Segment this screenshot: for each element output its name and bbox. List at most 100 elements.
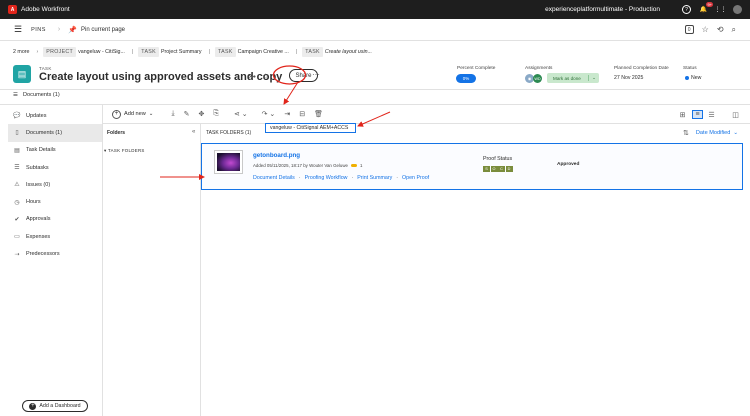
planned-completion-value[interactable]: 27 Nov 2025 bbox=[614, 75, 643, 81]
proof-status-box: D bbox=[505, 166, 513, 172]
hierarchy-icon[interactable]: ⊶ bbox=[248, 72, 256, 81]
breadcrumb-task-2[interactable]: Campaign Creative ... bbox=[238, 49, 289, 55]
add-dashboard-button[interactable]: + Add a Dashboard bbox=[22, 400, 88, 412]
approvals-icon: ✔ bbox=[14, 216, 20, 223]
nav-predecessors[interactable]: ⇢ Predecessors bbox=[8, 245, 103, 262]
mark-as-done-button[interactable]: Mark as done ⌄ bbox=[547, 73, 599, 83]
plus-icon: + bbox=[112, 109, 121, 119]
grid-view-icon[interactable]: ⊞ bbox=[677, 110, 688, 119]
documents-toolbar: + Add new ⌄ ⤓ ✎ ✥ ⎘ ⋖ ⌄ ↷ ⌄ ⇥ ⊟ 🗑 bbox=[112, 108, 323, 120]
chevron-right-icon: › bbox=[57, 26, 61, 33]
status-label: Status bbox=[683, 66, 697, 71]
chevron-down-icon: ⌄ bbox=[733, 130, 739, 136]
document-thumbnail[interactable] bbox=[214, 150, 243, 174]
delete-icon[interactable]: 🗑 bbox=[314, 110, 323, 118]
proof-status-box: O bbox=[490, 166, 498, 172]
star-icon[interactable]: ☆ bbox=[702, 25, 709, 34]
attach-icon[interactable]: ⊟ bbox=[299, 110, 305, 118]
thumbnail-image bbox=[217, 153, 240, 171]
breadcrumb-current: Create layout usin... bbox=[324, 49, 373, 55]
header-icons: ⊶ ☆ bbox=[248, 72, 269, 81]
add-new-button[interactable]: + Add new ⌄ bbox=[112, 109, 153, 119]
breadcrumb-project[interactable]: vangeluw - CitiSig... bbox=[78, 49, 125, 55]
details-icon: ▤ bbox=[14, 147, 20, 154]
issues-icon: ⚠ bbox=[14, 182, 20, 189]
panel-toggle-icon[interactable]: ◫ bbox=[730, 110, 741, 119]
page-title: Create layout using approved assets and … bbox=[39, 71, 283, 83]
adobe-logo[interactable]: A bbox=[8, 5, 17, 14]
document-name-link[interactable]: getonboard.png bbox=[253, 152, 300, 159]
nav-task-details[interactable]: ▤ Task Details bbox=[8, 142, 103, 159]
breadcrumb-task-1[interactable]: Project Summary bbox=[161, 49, 202, 55]
percent-complete-pill[interactable]: 0% bbox=[456, 74, 476, 83]
apps-grid-icon[interactable]: ⋮⋮ bbox=[715, 5, 727, 14]
breadcrumb-separator: | bbox=[295, 49, 298, 55]
proofing-workflow-link[interactable]: Proofing Workflow bbox=[305, 175, 348, 181]
documents-subheader: ☰ Documents (1) bbox=[13, 92, 60, 98]
open-proof-link[interactable]: Open Proof bbox=[402, 175, 429, 181]
nav-label: Expenses bbox=[26, 233, 51, 240]
list-view-icon[interactable]: ≡ bbox=[692, 110, 703, 119]
expenses-icon: ▭ bbox=[14, 234, 20, 241]
hamburger-menu-icon[interactable]: ☰ bbox=[14, 24, 22, 35]
task-type-icon: ▤ bbox=[13, 65, 31, 83]
pin-icon[interactable]: 📌 bbox=[68, 26, 77, 34]
planned-completion-label: Planned Completion Date bbox=[614, 66, 669, 71]
sort-selector[interactable]: ⇅ Date Modified ⌄ bbox=[683, 129, 738, 137]
breadcrumb-tag: TASK bbox=[138, 47, 159, 57]
export-icon[interactable]: ⇥ bbox=[284, 110, 290, 118]
top-bar: A Adobe Workfront experienceplatformulti… bbox=[0, 0, 750, 19]
pin-current-page[interactable]: Pin current page bbox=[81, 27, 125, 33]
bell-icon[interactable]: 🔔 9+ bbox=[699, 2, 713, 14]
comment-icon[interactable] bbox=[350, 164, 357, 167]
status-value[interactable]: New bbox=[685, 75, 701, 81]
proof-status-indicator[interactable]: S O C D bbox=[483, 166, 513, 172]
share-icon[interactable]: ⋖ ⌄ bbox=[234, 110, 248, 118]
proof-status-box: S bbox=[483, 166, 490, 172]
breadcrumb-more[interactable]: 2 more bbox=[13, 49, 30, 55]
speech-bubble-icon: 💬 bbox=[13, 113, 21, 120]
history-icon[interactable]: ⟲ bbox=[717, 25, 724, 34]
menu-collapse-icon[interactable]: ☰ bbox=[13, 92, 18, 98]
assignee-initials[interactable]: WD bbox=[533, 74, 542, 83]
document-details-link[interactable]: Document Details bbox=[253, 175, 295, 181]
send-to-tooltip: vangeluw - CitiSignal AEM+ACCS bbox=[265, 123, 356, 133]
nav-expenses[interactable]: ▭ Expenses bbox=[8, 228, 103, 245]
proof-status-box: C bbox=[498, 166, 505, 172]
status-dot-icon bbox=[685, 75, 689, 80]
user-avatar[interactable] bbox=[733, 5, 742, 14]
nav-subtasks[interactable]: ☰ Subtasks bbox=[8, 159, 103, 176]
compact-list-icon[interactable]: ☰ bbox=[706, 110, 717, 119]
more-options-icon[interactable]: ··· bbox=[312, 70, 320, 79]
nav-documents[interactable]: ▯ Documents (1) bbox=[8, 124, 103, 142]
print-summary-link[interactable]: Print Summary bbox=[357, 175, 392, 181]
document-copy-icon[interactable]: ⎘ bbox=[213, 110, 219, 118]
chevron-down-icon[interactable]: ⌄ bbox=[588, 75, 596, 81]
nav-hours[interactable]: ◷ Hours bbox=[8, 193, 103, 210]
favorite-star-icon[interactable]: ☆ bbox=[262, 72, 269, 81]
nav-issues[interactable]: ⚠ Issues (0) bbox=[8, 176, 103, 193]
nav-approvals[interactable]: ✔ Approvals bbox=[8, 211, 103, 228]
nav-label: Approvals bbox=[26, 216, 51, 223]
nav-label: Predecessors bbox=[26, 251, 60, 258]
nav-label: Hours bbox=[26, 199, 41, 206]
nav-updates[interactable]: 💬 Updates bbox=[8, 107, 103, 124]
document-row[interactable]: getonboard.png Added 05/11/2025, 18:17 b… bbox=[201, 143, 743, 190]
assignments-label: Assignments bbox=[525, 66, 553, 71]
task-folders-heading: TASK FOLDERS (1) bbox=[206, 130, 252, 136]
comment-count: 1 bbox=[359, 163, 363, 168]
download-icon[interactable]: ⤓ bbox=[171, 110, 174, 118]
search-icon[interactable]: ⌕ bbox=[732, 25, 736, 35]
collapse-panel-icon[interactable]: « bbox=[192, 129, 195, 135]
sort-icon: ⇅ bbox=[683, 130, 689, 137]
environment-name[interactable]: experienceplatformultimate - Production bbox=[545, 6, 660, 13]
send-to-icon[interactable]: ↷ ⌄ bbox=[262, 110, 276, 118]
breadcrumb-separator: | bbox=[131, 49, 134, 55]
add-new-label: Add new bbox=[124, 111, 146, 117]
edit-icon[interactable]: ✎ bbox=[184, 110, 190, 118]
move-icon[interactable]: ✥ bbox=[198, 110, 204, 118]
help-icon[interactable]: ? bbox=[682, 5, 691, 14]
badge-0-icon[interactable]: 0 bbox=[684, 25, 694, 34]
tree-item-label: TASK FOLDERS bbox=[107, 148, 145, 153]
task-folders-tree-item[interactable]: ▾ TASK FOLDERS bbox=[104, 148, 145, 154]
